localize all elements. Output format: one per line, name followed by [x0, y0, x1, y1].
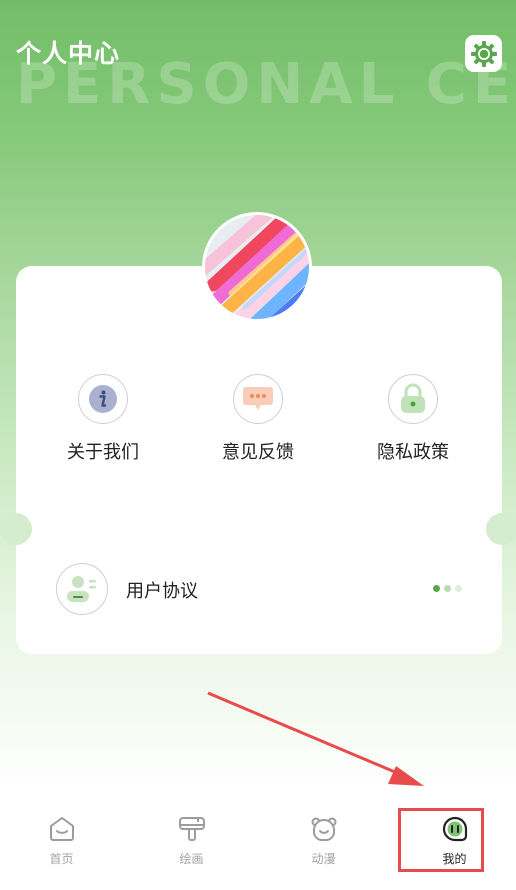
home-icon	[47, 814, 77, 844]
tab-home[interactable]: 首页	[0, 814, 126, 867]
annotation-arrow	[207, 691, 424, 786]
tab-home-label: 首页	[49, 852, 74, 866]
bear-face-icon	[309, 814, 339, 844]
paint-roller-icon	[177, 814, 207, 844]
tab-anime[interactable]: 动漫	[259, 814, 388, 867]
tab-painting[interactable]: 绘画	[127, 814, 256, 867]
highlight-box	[398, 808, 484, 872]
tab-painting-label: 绘画	[179, 852, 204, 866]
tab-anime-label: 动漫	[311, 852, 336, 866]
